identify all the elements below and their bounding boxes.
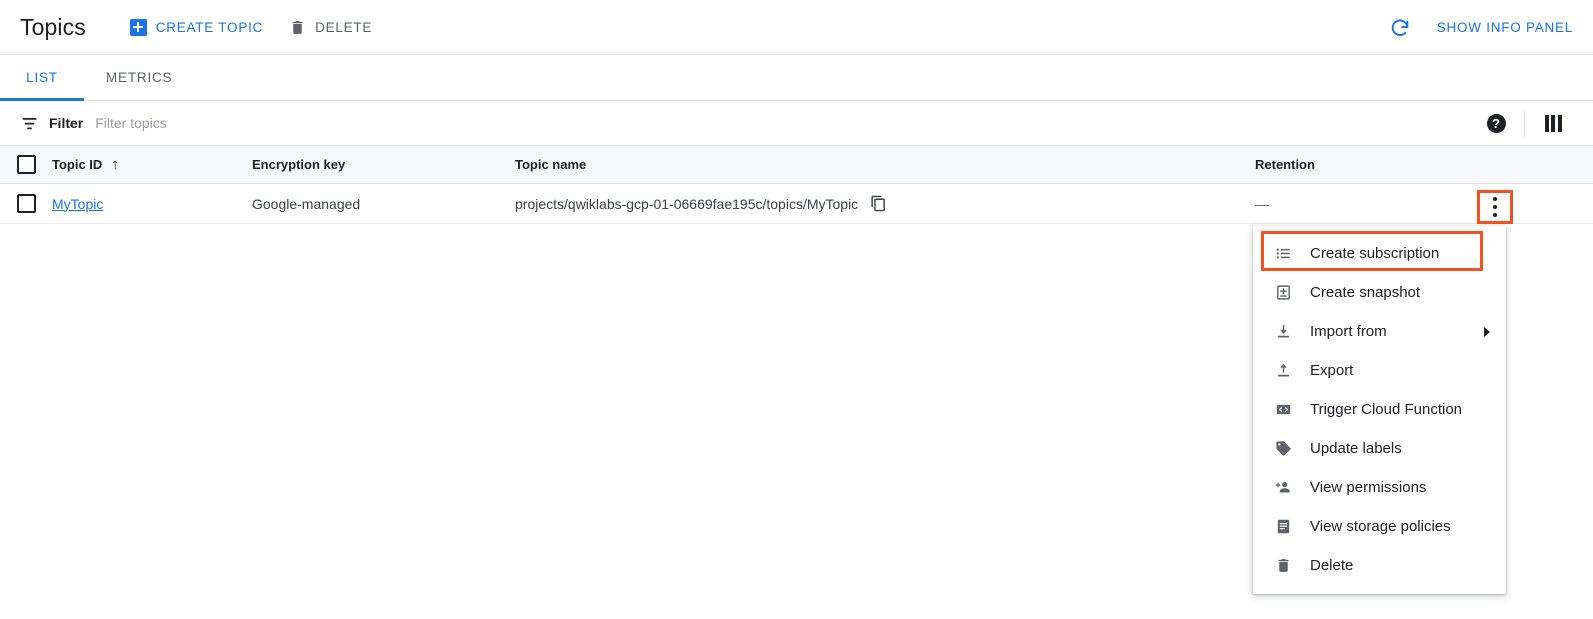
- create-topic-button[interactable]: CREATE TOPIC: [128, 15, 265, 40]
- table-row[interactable]: MyTopic Google-managed projects/qwiklabs…: [0, 184, 1593, 224]
- code-icon: [1274, 401, 1292, 418]
- plus-square-icon: [129, 18, 147, 36]
- import-icon: [1274, 323, 1292, 340]
- label-icon: [1274, 440, 1292, 457]
- column-header-topic-id-label: Topic ID: [52, 157, 103, 172]
- snapshot-icon: [1274, 284, 1292, 301]
- filter-icon: [20, 114, 39, 133]
- help-icon: ?: [1486, 114, 1506, 133]
- list-icon: [1274, 245, 1292, 262]
- column-header-retention[interactable]: Retention: [1255, 157, 1593, 172]
- tab-metrics-label: METRICS: [106, 70, 173, 85]
- tab-list-label: LIST: [26, 70, 58, 85]
- menu-item-update-labels[interactable]: Update labels: [1253, 429, 1506, 468]
- more-vert-icon: [1492, 196, 1498, 218]
- tab-list[interactable]: LIST: [0, 55, 84, 101]
- trash-icon: [289, 19, 306, 36]
- menu-item-update-labels-label: Update labels: [1310, 440, 1402, 457]
- tab-metrics[interactable]: METRICS: [84, 55, 194, 100]
- menu-item-create-snapshot[interactable]: Create snapshot: [1253, 273, 1506, 312]
- page-title: Topics: [20, 13, 86, 40]
- help-button[interactable]: ?: [1474, 101, 1518, 146]
- row-select-cell[interactable]: [0, 194, 52, 213]
- divider: [1524, 110, 1525, 137]
- menu-item-delete[interactable]: Delete: [1253, 546, 1506, 585]
- filter-bar-actions: ?: [1474, 101, 1575, 146]
- show-info-panel-label: SHOW INFO PANEL: [1436, 20, 1573, 35]
- row-checkbox[interactable]: [16, 194, 36, 213]
- menu-item-view-permissions-label: View permissions: [1310, 479, 1427, 496]
- header-right-actions: SHOW INFO PANEL: [1387, 0, 1575, 55]
- topic-id-link[interactable]: MyTopic: [52, 196, 103, 212]
- chevron-right-icon: [1484, 326, 1490, 337]
- menu-item-create-snapshot-label: Create snapshot: [1310, 284, 1421, 301]
- select-all-cell[interactable]: [0, 155, 52, 174]
- column-header-encryption-key[interactable]: Encryption key: [252, 157, 515, 172]
- menu-item-view-storage-policies[interactable]: View storage policies: [1253, 507, 1506, 546]
- menu-item-export[interactable]: Export: [1253, 351, 1506, 390]
- menu-item-export-label: Export: [1310, 362, 1354, 379]
- refresh-button[interactable]: [1387, 13, 1413, 43]
- copy-icon[interactable]: [870, 195, 887, 212]
- sort-ascending-icon: ↑: [111, 156, 119, 173]
- topic-name-text: projects/qwiklabs-gcp-01-06669fae195c/to…: [515, 195, 859, 212]
- export-icon: [1274, 362, 1292, 379]
- column-header-topic-id[interactable]: Topic ID ↑: [52, 157, 252, 172]
- tab-bar: LIST METRICS: [0, 55, 1593, 101]
- cell-retention: —: [1255, 195, 1269, 212]
- storage-policy-icon: [1274, 518, 1292, 535]
- trash-icon: [1274, 557, 1292, 574]
- menu-item-delete-label: Delete: [1310, 557, 1354, 574]
- delete-label: DELETE: [315, 19, 373, 35]
- menu-item-trigger-cloud-function[interactable]: Trigger Cloud Function: [1253, 390, 1506, 429]
- menu-item-view-storage-policies-label: View storage policies: [1310, 518, 1451, 535]
- menu-item-view-permissions[interactable]: View permissions: [1253, 468, 1506, 507]
- header-actions: CREATE TOPIC DELETE: [128, 15, 374, 40]
- show-info-panel-button[interactable]: SHOW INFO PANEL: [1435, 16, 1575, 39]
- refresh-icon: [1389, 17, 1411, 39]
- filter-input[interactable]: [95, 115, 576, 131]
- table-header-row: Topic ID ↑ Encryption key Topic name Ret…: [0, 146, 1593, 184]
- cell-encryption-key: Google-managed: [252, 195, 361, 212]
- menu-item-create-subscription[interactable]: Create subscription: [1253, 234, 1506, 273]
- column-display-options-icon: [1544, 115, 1562, 132]
- page-header: Topics CREATE TOPIC DELETE SHOW INFO PAN…: [0, 0, 1593, 55]
- person-add-icon: [1274, 479, 1292, 496]
- row-actions-menu: Create subscription Create snapshot Impo…: [1253, 226, 1506, 594]
- row-actions-button[interactable]: [1477, 190, 1513, 224]
- create-topic-label: CREATE TOPIC: [155, 19, 264, 35]
- filter-control[interactable]: Filter: [20, 114, 83, 133]
- filter-bar: Filter ?: [0, 101, 1593, 146]
- filter-label: Filter: [49, 115, 84, 131]
- cell-topic-name: projects/qwiklabs-gcp-01-06669fae195c/to…: [515, 195, 1255, 212]
- topics-page: Topics CREATE TOPIC DELETE SHOW INFO PAN…: [0, 0, 1593, 619]
- menu-item-import-from[interactable]: Import from: [1253, 312, 1506, 351]
- select-all-checkbox[interactable]: [16, 155, 36, 174]
- menu-item-import-from-label: Import from: [1310, 323, 1387, 340]
- delete-button[interactable]: DELETE: [287, 15, 374, 40]
- column-display-options-button[interactable]: [1531, 101, 1575, 146]
- column-header-topic-name[interactable]: Topic name: [515, 157, 1255, 172]
- cell-topic-id: MyTopic: [52, 196, 252, 212]
- menu-item-trigger-cloud-function-label: Trigger Cloud Function: [1310, 401, 1463, 418]
- menu-item-create-subscription-label: Create subscription: [1310, 245, 1440, 262]
